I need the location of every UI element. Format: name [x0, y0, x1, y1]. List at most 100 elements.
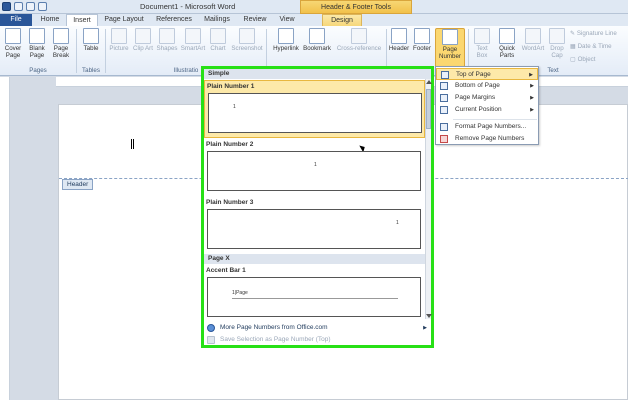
gallery-item-plain-number-2[interactable]: Plain Number 2 1 — [204, 139, 425, 197]
screenshot-button[interactable]: Screenshot — [231, 28, 263, 52]
signature-line-button[interactable]: ✎ Signature Line — [570, 30, 617, 37]
text-box-icon — [474, 28, 490, 44]
hyperlink-button[interactable]: Hyperlink — [272, 28, 300, 52]
more-page-numbers-item[interactable]: More Page Numbers from Office.com ▶ — [204, 322, 431, 334]
tab-references[interactable]: References — [152, 14, 196, 26]
bottom-of-page-icon — [440, 82, 448, 90]
menu-item-remove-page-numbers[interactable]: Remove Page Numbers — [436, 133, 538, 145]
current-position-icon — [440, 106, 448, 114]
tab-insert[interactable]: Insert — [66, 14, 98, 26]
format-page-numbers-icon — [440, 123, 448, 131]
submenu-arrow-icon: ▶ — [423, 325, 427, 331]
window-title: Document1 - Microsoft Word — [140, 2, 236, 11]
gallery-scrollbar[interactable] — [425, 79, 432, 319]
group-separator — [105, 29, 106, 73]
gallery-section-page-x: Page X — [204, 254, 425, 264]
quick-parts-button[interactable]: Quick Parts — [495, 28, 519, 59]
header-tag: Header — [62, 179, 94, 190]
gallery-item-plain-number-3[interactable]: Plain Number 3 1 — [204, 197, 425, 251]
group-tables-label: Tables — [82, 67, 100, 74]
plain-number-1-preview: 1 — [208, 93, 422, 153]
office-online-icon — [207, 324, 215, 332]
accent-bar-rule — [232, 298, 398, 299]
quick-access-toolbar — [2, 2, 47, 11]
scroll-up-icon[interactable] — [426, 80, 432, 84]
footer-icon — [414, 28, 430, 44]
remove-page-numbers-icon — [440, 135, 448, 143]
accent-bar-1-preview: 1|Page — [207, 277, 421, 317]
menu-item-top-of-page[interactable]: Top of Page ▶ — [436, 68, 538, 80]
cover-page-icon — [5, 28, 21, 44]
menu-item-bottom-of-page[interactable]: Bottom of Page ▶ — [436, 80, 538, 92]
header-footer-tools-label: Header & Footer Tools — [300, 0, 412, 14]
page-number-icon — [442, 29, 458, 45]
wordart-icon — [525, 28, 541, 44]
page-margins-icon — [440, 94, 448, 102]
scroll-down-icon[interactable] — [426, 314, 432, 318]
menu-item-format-page-numbers[interactable]: Format Page Numbers... — [436, 121, 538, 133]
chart-button[interactable]: Chart — [207, 28, 229, 52]
cross-reference-button[interactable]: Cross-reference — [334, 28, 384, 52]
page-break-icon — [53, 28, 69, 44]
group-pages-label: Pages — [29, 67, 47, 74]
ribbon-tabs: File Home Insert Page Layout References … — [0, 14, 628, 26]
vertical-ruler[interactable] — [0, 77, 10, 400]
tab-file[interactable]: File — [0, 14, 32, 26]
shapes-button[interactable]: Shapes — [156, 28, 178, 52]
wordart-button[interactable]: WordArt — [520, 28, 546, 52]
text-cursor — [131, 139, 134, 149]
globe-icon — [278, 28, 294, 44]
gallery-item-plain-number-1[interactable]: Plain Number 1 1 — [204, 80, 425, 153]
top-of-page-icon — [441, 71, 449, 79]
screenshot-icon — [239, 28, 255, 44]
menu-item-current-position[interactable]: Current Position ▶ — [436, 104, 538, 116]
word-app-icon[interactable] — [2, 2, 11, 11]
tab-mailings[interactable]: Mailings — [200, 14, 234, 26]
save-selection-icon — [207, 336, 215, 344]
title-bar: Document1 - Microsoft Word Header & Foot… — [0, 0, 628, 14]
object-button[interactable]: ▢ Object — [570, 56, 595, 63]
tab-view[interactable]: View — [274, 14, 300, 26]
redo-icon[interactable] — [38, 2, 47, 11]
table-icon — [83, 28, 99, 44]
save-icon[interactable] — [14, 2, 23, 11]
blank-page-button[interactable]: Blank Page — [26, 28, 48, 59]
header-button[interactable]: Header — [388, 28, 410, 52]
shapes-icon — [159, 28, 175, 44]
cross-reference-icon — [351, 28, 367, 44]
quick-parts-icon — [499, 28, 515, 44]
gallery-item-accent-bar-1[interactable]: Accent Bar 1 1|Page — [204, 265, 425, 319]
page-number-button[interactable]: Page Number — [435, 28, 465, 68]
tab-home[interactable]: Home — [36, 14, 64, 26]
signature-icon: ✎ — [570, 30, 577, 37]
tab-page-layout[interactable]: Page Layout — [102, 14, 146, 26]
picture-button[interactable]: Picture — [108, 28, 130, 52]
bookmark-icon — [309, 28, 325, 44]
drop-cap-icon — [549, 28, 565, 44]
clip-art-button[interactable]: Clip Art — [132, 28, 154, 52]
drop-cap-button[interactable]: Drop Cap — [547, 28, 567, 59]
submenu-arrow-icon: ▶ — [530, 83, 534, 89]
submenu-arrow-icon: ▶ — [530, 107, 534, 113]
undo-icon[interactable] — [26, 2, 35, 11]
page-break-button[interactable]: Page Break — [50, 28, 72, 59]
chart-icon — [210, 28, 226, 44]
blank-page-icon — [29, 28, 45, 44]
text-box-button[interactable]: Text Box — [471, 28, 493, 59]
cover-page-button[interactable]: Cover Page — [2, 28, 24, 59]
scroll-thumb[interactable] — [426, 89, 431, 129]
group-separator — [76, 29, 77, 73]
header-icon — [391, 28, 407, 44]
bookmark-button[interactable]: Bookmark — [302, 28, 332, 52]
plain-number-2-preview: 1 — [207, 151, 421, 191]
menu-separator — [453, 119, 537, 120]
menu-item-page-margins[interactable]: Page Margins ▶ — [436, 92, 538, 104]
clip-art-icon — [135, 28, 151, 44]
tab-review[interactable]: Review — [240, 14, 270, 26]
tab-design[interactable]: Design — [322, 14, 362, 26]
smartart-button[interactable]: SmartArt — [180, 28, 206, 52]
table-button[interactable]: Table — [80, 28, 102, 52]
footer-button[interactable]: Footer — [411, 28, 433, 52]
gallery-section-simple: Simple — [204, 69, 431, 79]
date-time-button[interactable]: ▦ Date & Time — [570, 43, 612, 50]
